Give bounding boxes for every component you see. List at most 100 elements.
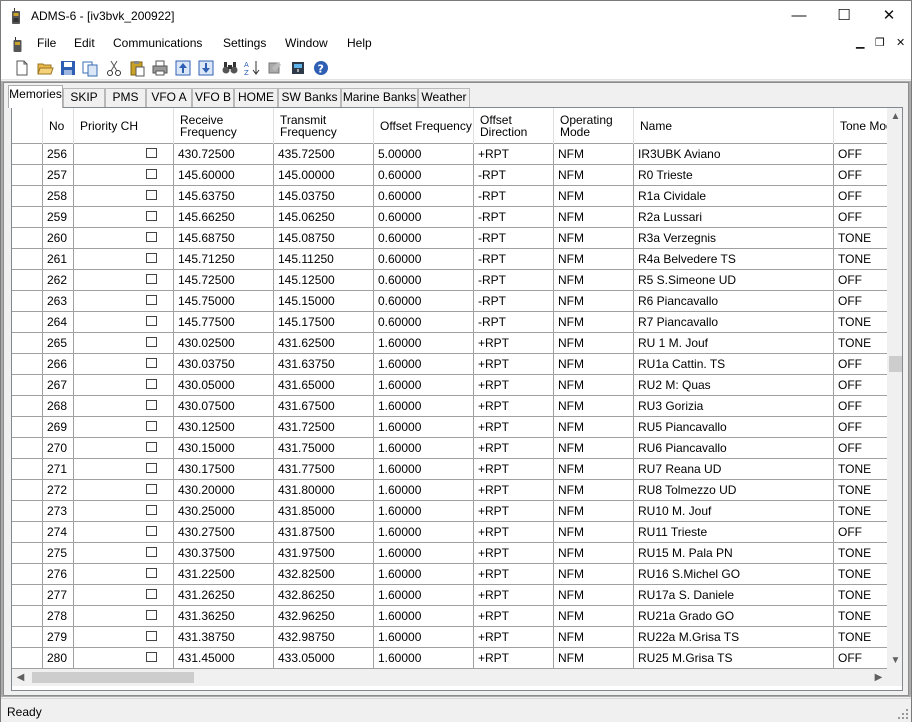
receive-frequency-cell[interactable]: 431.45000 [174, 648, 274, 669]
name-cell[interactable]: RU2 M: Quas [634, 375, 834, 396]
name-cell[interactable]: RU21a Grado GO [634, 606, 834, 627]
transmit-frequency-cell[interactable]: 431.65000 [274, 375, 374, 396]
menu-window[interactable]: Window [285, 36, 328, 50]
transmit-frequency-cell[interactable]: 431.72500 [274, 417, 374, 438]
priority-cell[interactable] [74, 396, 174, 417]
receive-frequency-cell[interactable]: 145.77500 [174, 312, 274, 333]
receive-frequency-cell[interactable]: 145.66250 [174, 207, 274, 228]
priority-cell[interactable] [74, 438, 174, 459]
transmit-frequency-cell[interactable]: 431.80000 [274, 480, 374, 501]
priority-checkbox[interactable] [146, 400, 157, 410]
offset-frequency-cell[interactable]: 1.60000 [374, 480, 474, 501]
row-selector-cell[interactable] [12, 417, 43, 438]
receive-frequency-cell[interactable]: 145.60000 [174, 165, 274, 186]
offset-direction-cell[interactable]: +RPT [474, 333, 554, 354]
scroll-down-arrow[interactable]: ▼ [887, 652, 902, 669]
tab-vfo-a[interactable]: VFO A [146, 88, 192, 107]
receive-frequency-cell[interactable]: 431.36250 [174, 606, 274, 627]
tone-mode-cell[interactable]: OFF [834, 438, 887, 459]
priority-checkbox[interactable] [146, 631, 157, 641]
help-icon[interactable]: ? [312, 59, 330, 77]
priority-checkbox[interactable] [146, 169, 157, 179]
transmit-frequency-cell[interactable]: 431.87500 [274, 522, 374, 543]
tone-mode-cell[interactable]: TONE [834, 585, 887, 606]
receive-frequency-cell[interactable]: 430.15000 [174, 438, 274, 459]
priority-cell[interactable] [74, 249, 174, 270]
header-receive-frequency[interactable]: Receive Frequency [174, 108, 274, 144]
name-cell[interactable]: R7 Piancavallo [634, 312, 834, 333]
receive-frequency-cell[interactable]: 430.72500 [174, 144, 274, 165]
row-selector-cell[interactable] [12, 270, 43, 291]
table-row[interactable]: 259 145.66250 145.06250 0.60000 -RPT NFM R2a L… [12, 207, 887, 228]
receive-frequency-cell[interactable]: 430.17500 [174, 459, 274, 480]
no-cell[interactable]: 264 [43, 312, 74, 333]
document-radio-icon[interactable] [13, 37, 22, 52]
menu-file[interactable]: File [37, 36, 56, 50]
receive-frequency-cell[interactable]: 430.27500 [174, 522, 274, 543]
tone-mode-cell[interactable]: OFF [834, 354, 887, 375]
priority-cell[interactable] [74, 165, 174, 186]
transmit-frequency-cell[interactable]: 431.63750 [274, 354, 374, 375]
offset-frequency-cell[interactable]: 0.60000 [374, 207, 474, 228]
upload-icon[interactable] [174, 59, 192, 77]
no-cell[interactable]: 272 [43, 480, 74, 501]
tone-mode-cell[interactable]: TONE [834, 312, 887, 333]
no-cell[interactable]: 280 [43, 648, 74, 669]
operating-mode-cell[interactable]: NFM [554, 144, 634, 165]
operating-mode-cell[interactable]: NFM [554, 459, 634, 480]
transmit-frequency-cell[interactable]: 145.15000 [274, 291, 374, 312]
tone-mode-cell[interactable]: TONE [834, 564, 887, 585]
priority-cell[interactable] [74, 333, 174, 354]
transmit-frequency-cell[interactable]: 145.17500 [274, 312, 374, 333]
transmit-frequency-cell[interactable]: 432.96250 [274, 606, 374, 627]
name-cell[interactable]: R6 Piancavallo [634, 291, 834, 312]
header-name[interactable]: Name [634, 108, 834, 144]
name-cell[interactable]: RU10 M. Jouf [634, 501, 834, 522]
scroll-up-arrow[interactable]: ▲ [887, 108, 902, 125]
no-cell[interactable]: 279 [43, 627, 74, 648]
sort-icon[interactable]: AZ [243, 59, 261, 77]
row-selector-cell[interactable] [12, 606, 43, 627]
offset-frequency-cell[interactable]: 0.60000 [374, 291, 474, 312]
offset-frequency-cell[interactable]: 1.60000 [374, 354, 474, 375]
tone-mode-cell[interactable]: TONE [834, 333, 887, 354]
header-no[interactable]: No [43, 108, 74, 144]
name-cell[interactable]: R1a Cividale [634, 186, 834, 207]
operating-mode-cell[interactable]: NFM [554, 417, 634, 438]
operating-mode-cell[interactable]: NFM [554, 396, 634, 417]
save-icon[interactable] [59, 59, 77, 77]
offset-direction-cell[interactable]: +RPT [474, 522, 554, 543]
receive-frequency-cell[interactable]: 145.71250 [174, 249, 274, 270]
maximize-button[interactable]: ☐ [821, 1, 867, 31]
tone-mode-cell[interactable]: TONE [834, 249, 887, 270]
row-selector-cell[interactable] [12, 207, 43, 228]
table-row[interactable]: 269 430.12500 431.72500 1.60000 +RPT NFM RU5 P… [12, 417, 887, 438]
priority-cell[interactable] [74, 459, 174, 480]
offset-direction-cell[interactable]: -RPT [474, 312, 554, 333]
name-cell[interactable]: R3a Verzegnis [634, 228, 834, 249]
no-cell[interactable]: 274 [43, 522, 74, 543]
open-icon[interactable] [36, 59, 54, 77]
transmit-frequency-cell[interactable]: 145.00000 [274, 165, 374, 186]
transmit-frequency-cell[interactable]: 431.75000 [274, 438, 374, 459]
table-row[interactable]: 272 430.20000 431.80000 1.60000 +RPT NFM RU8 T… [12, 480, 887, 501]
child-minimize-button[interactable]: ▁ [856, 36, 864, 49]
name-cell[interactable]: RU11 Trieste [634, 522, 834, 543]
name-cell[interactable]: R5 S.Simeone UD [634, 270, 834, 291]
offset-direction-cell[interactable]: -RPT [474, 165, 554, 186]
offset-direction-cell[interactable]: -RPT [474, 249, 554, 270]
no-cell[interactable]: 268 [43, 396, 74, 417]
offset-direction-cell[interactable]: -RPT [474, 291, 554, 312]
horizontal-scrollbar[interactable]: ◀ ▶ [12, 669, 887, 686]
offset-direction-cell[interactable]: +RPT [474, 396, 554, 417]
header-priority-ch[interactable]: Priority CH [74, 108, 174, 144]
offset-frequency-cell[interactable]: 0.60000 [374, 249, 474, 270]
priority-cell[interactable] [74, 627, 174, 648]
offset-direction-cell[interactable]: +RPT [474, 648, 554, 669]
priority-checkbox[interactable] [146, 295, 157, 305]
row-selector-cell[interactable] [12, 354, 43, 375]
tone-mode-cell[interactable]: TONE [834, 459, 887, 480]
name-cell[interactable]: RU17a S. Daniele [634, 585, 834, 606]
priority-cell[interactable] [74, 186, 174, 207]
transmit-frequency-cell[interactable]: 431.97500 [274, 543, 374, 564]
